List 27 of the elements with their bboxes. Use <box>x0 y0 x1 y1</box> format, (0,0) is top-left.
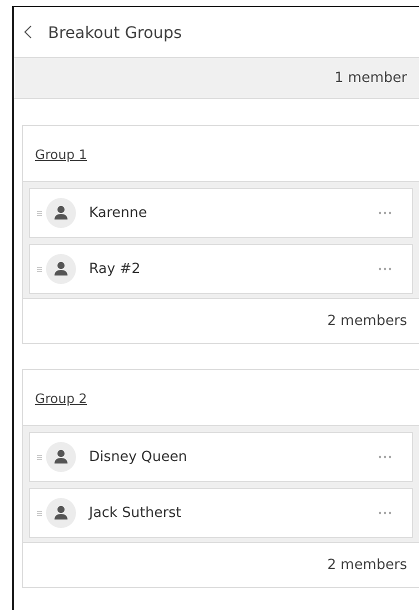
member-count: 1 member <box>334 70 407 86</box>
member-row[interactable]: Jack Sutherst <box>29 488 413 538</box>
member-row[interactable]: Disney Queen <box>29 432 413 482</box>
drag-handle-icon[interactable] <box>37 454 42 460</box>
member-row[interactable]: Karenne <box>29 188 413 238</box>
drag-handle-icon[interactable] <box>37 266 42 272</box>
drag-handle-icon[interactable] <box>37 210 42 216</box>
member-name: Ray #2 <box>89 261 142 277</box>
avatar-icon <box>46 254 76 284</box>
more-options-icon[interactable] <box>378 267 392 271</box>
avatar-icon <box>46 498 76 528</box>
group-name-link[interactable]: Group 1 <box>35 148 87 163</box>
group-name-link[interactable]: Group 2 <box>35 392 87 407</box>
member-row[interactable]: Ray #2 <box>29 244 413 294</box>
back-icon[interactable] <box>24 25 32 39</box>
drag-handle-icon[interactable] <box>37 510 42 516</box>
avatar-icon <box>46 442 76 472</box>
more-options-icon[interactable] <box>378 511 392 515</box>
member-name: Jack Sutherst <box>89 505 182 521</box>
member-name: Disney Queen <box>89 449 188 465</box>
avatar-icon <box>46 198 76 228</box>
member-count: 2 members <box>327 557 407 573</box>
more-options-icon[interactable] <box>378 455 392 459</box>
page-title: Breakout Groups <box>48 22 182 42</box>
more-options-icon[interactable] <box>378 211 392 215</box>
member-name: Karenne <box>89 205 148 221</box>
member-count: 2 members <box>327 313 407 329</box>
